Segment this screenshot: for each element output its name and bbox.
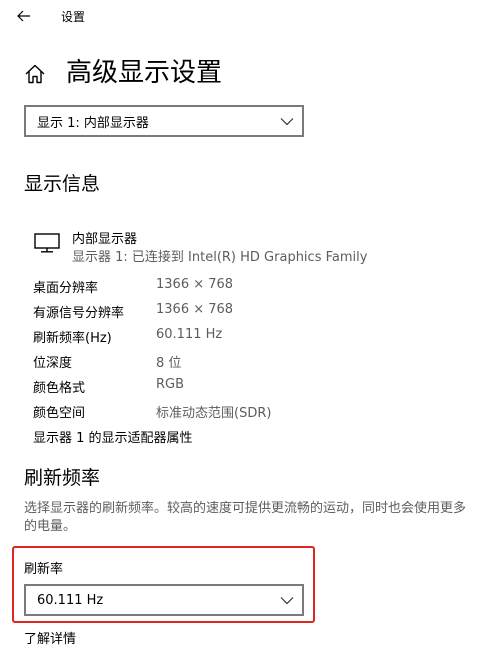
monitor-name: 内部显示器 <box>72 232 138 247</box>
learn-more-link[interactable]: 了解详情 <box>24 628 76 647</box>
monitor-connection: 显示器 1: 已连接到 Intel(R) HD Graphics Family <box>72 250 368 265</box>
info-value: 1366 × 768 <box>156 277 234 292</box>
info-row-active-signal-resolution: 有源信号分辨率 1366 × 768 <box>33 302 333 322</box>
info-row-desktop-resolution: 桌面分辨率 1366 × 768 <box>33 277 333 297</box>
info-label: 桌面分辨率 <box>33 281 99 296</box>
home-icon[interactable] <box>24 63 46 85</box>
refresh-rate-heading: 刷新频率 <box>24 467 101 489</box>
info-row-refresh-rate: 刷新频率(Hz) 60.111 Hz <box>33 327 333 347</box>
info-value: RGB <box>156 377 185 392</box>
info-label: 刷新频率(Hz) <box>33 331 112 346</box>
refresh-rate-label: 刷新率 <box>24 562 64 577</box>
info-value: 60.111 Hz <box>156 327 223 342</box>
info-row-color-space: 颜色空间 标准动态范围(SDR) <box>33 402 333 422</box>
info-row-bit-depth: 位深度 8 位 <box>33 352 333 372</box>
display-select-value: 显示 1: 内部显示器 <box>37 115 149 131</box>
info-label: 有源信号分辨率 <box>33 306 125 321</box>
info-label: 位深度 <box>33 356 73 371</box>
refresh-rate-value: 60.111 Hz <box>37 592 104 608</box>
refresh-rate-description: 选择显示器的刷新频率。较高的速度可提供更流畅的运动，同时也会使用更多的电量。 <box>24 501 467 534</box>
info-label: 颜色空间 <box>33 406 86 421</box>
display-info-heading: 显示信息 <box>24 173 101 195</box>
adapter-properties-link[interactable]: 显示器 1 的显示适配器属性 <box>33 427 193 446</box>
chevron-down-icon <box>280 118 294 126</box>
info-row-color-format: 颜色格式 RGB <box>33 377 333 397</box>
chevron-down-icon <box>280 597 294 605</box>
info-label: 颜色格式 <box>33 381 86 396</box>
refresh-rate-select[interactable]: 60.111 Hz <box>24 584 304 616</box>
back-button[interactable] <box>10 4 38 28</box>
display-select[interactable]: 显示 1: 内部显示器 <box>24 105 304 137</box>
info-value: 8 位 <box>156 356 182 371</box>
info-value: 标准动态范围(SDR) <box>156 406 272 421</box>
back-arrow-icon <box>17 10 30 22</box>
monitor-icon <box>34 233 60 253</box>
page-title: 高级显示设置 <box>66 58 223 88</box>
app-title: 设置 <box>61 10 86 24</box>
info-value: 1366 × 768 <box>156 302 234 317</box>
